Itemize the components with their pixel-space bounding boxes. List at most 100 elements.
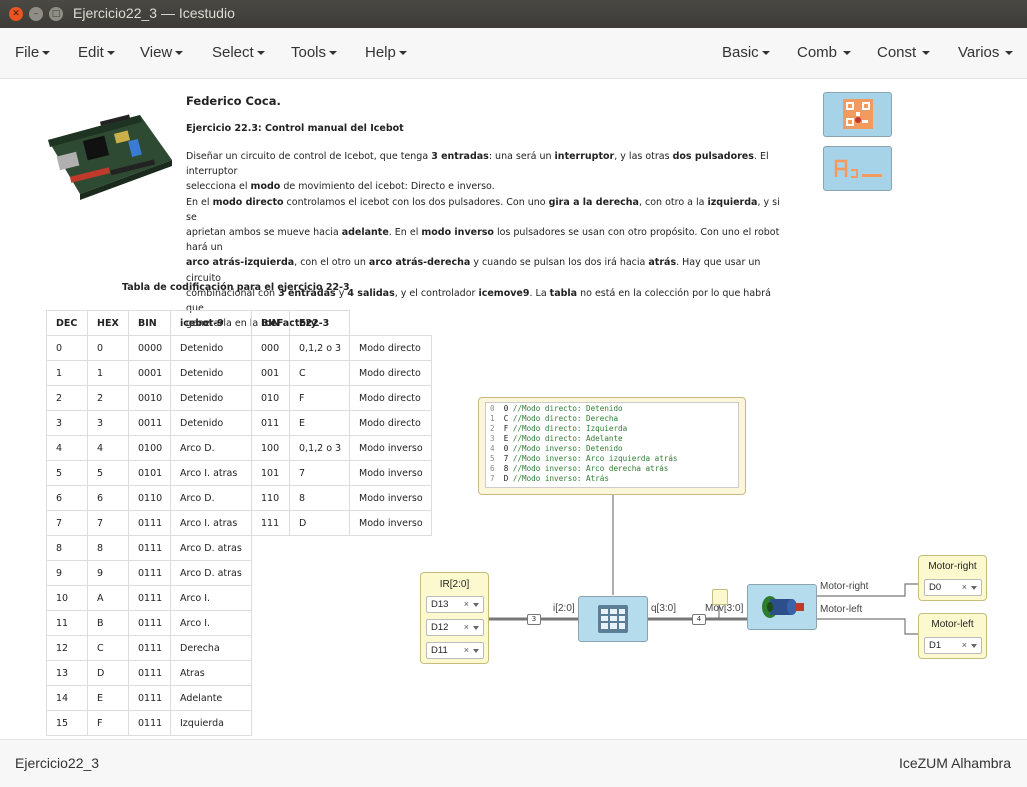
table-cell: 3 <box>87 410 129 436</box>
output-motor-right-block[interactable]: Motor-right D0 × <box>918 555 987 601</box>
pin-select-d13[interactable]: D13 × <box>426 596 484 613</box>
maximize-window-button[interactable]: □ <box>49 7 63 21</box>
pin-value: D12 <box>431 622 449 633</box>
menu-basic[interactable]: Basic <box>722 44 770 61</box>
table-cell <box>290 586 350 611</box>
chevron-down-icon[interactable] <box>473 626 479 630</box>
line-number: 0 <box>490 404 495 413</box>
clear-icon[interactable]: × <box>464 643 469 658</box>
code-value: 7 <box>503 454 509 463</box>
constant-block[interactable] <box>712 589 728 605</box>
menu-varios-label: Varios <box>958 44 1000 61</box>
menu-help[interactable]: Help <box>365 44 407 61</box>
table-cell: F <box>289 385 350 411</box>
table-header-cell: icebot-9 <box>170 310 252 336</box>
table-header-cell: DEC <box>46 310 88 336</box>
description-text: aprietan ambos se mueve hacia <box>186 227 342 239</box>
table-cell: 8 <box>87 535 129 561</box>
table-cell: D <box>289 510 350 536</box>
pin-select-d11[interactable]: D11 × <box>426 642 484 659</box>
menu-varios[interactable]: Varios <box>958 44 1014 61</box>
caret-down-icon <box>761 51 770 56</box>
table-cell: 10 <box>46 585 88 611</box>
table-cell: 0000 <box>128 335 171 361</box>
code-line: 5 7 //Modo inverso: Arco izquierda atrás <box>490 454 734 464</box>
motor-right-port-label: Motor-right <box>820 581 869 592</box>
chevron-down-icon[interactable] <box>473 649 479 653</box>
menu-const[interactable]: Const <box>877 44 931 61</box>
description-text: Diseñar un circuito de control de Icebot… <box>186 151 432 162</box>
table-cell: C <box>87 635 129 661</box>
table-cell: 8 <box>289 485 350 511</box>
line-number: 6 <box>490 464 495 473</box>
clear-icon[interactable]: × <box>464 620 469 635</box>
table-row: 1 1 0001 Detenido 001 C Modo directo <box>46 360 432 386</box>
motor-controller-block[interactable] <box>747 584 817 630</box>
table-cell: 101 <box>251 460 290 486</box>
project-name: Ejercicio22_3 <box>15 755 100 771</box>
pin-select-d12[interactable]: D12 × <box>426 619 484 636</box>
table-header-cell <box>350 311 432 336</box>
menu-file[interactable]: File <box>15 44 51 61</box>
motor-left-port-label: Motor-left <box>820 604 863 615</box>
menu-edit[interactable]: Edit <box>78 44 115 61</box>
table-cell: 6 <box>87 485 129 511</box>
memory-content-block[interactable]: 0 0 //Modo directo: Detenido 1 C //Modo d… <box>478 397 746 495</box>
board-name[interactable]: IceZUM Alhambra <box>899 755 1011 771</box>
chevron-down-icon[interactable] <box>971 586 977 590</box>
table-cell <box>350 711 432 736</box>
input-ir-block[interactable]: IR[2:0] D13 × D12 × D11 × <box>420 572 489 664</box>
info-block-button[interactable] <box>823 146 892 191</box>
clear-icon[interactable]: × <box>464 597 469 612</box>
table-cell: 100 <box>251 435 290 461</box>
caret-down-icon <box>42 51 51 56</box>
chevron-down-icon[interactable] <box>971 644 977 648</box>
clear-icon[interactable]: × <box>962 580 967 595</box>
author-name: Federico Coca. <box>186 94 281 108</box>
table-cell <box>252 636 290 661</box>
pin-value: D1 <box>929 640 942 651</box>
table-module-block[interactable] <box>578 596 648 642</box>
description-text: , y las otras <box>614 151 673 162</box>
description-line: selecciona el modo de movimiento del ice… <box>186 179 786 194</box>
pin-select-d1[interactable]: D1 × <box>924 637 982 654</box>
table-cell: 4 <box>46 435 88 461</box>
menu-view[interactable]: View <box>140 44 184 61</box>
table-cell: 0111 <box>128 535 171 561</box>
table-cell: B <box>87 610 129 636</box>
line-number: 4 <box>490 444 495 453</box>
memory-content-editor[interactable]: 0 0 //Modo directo: Detenido 1 C //Modo d… <box>485 402 739 488</box>
table-cell: Modo inverso <box>349 460 432 486</box>
pin-select-d0[interactable]: D0 × <box>924 579 982 596</box>
table-row: 4 4 0100 Arco D. 100 0,1,2 o 3 Modo inverso <box>46 435 432 461</box>
table-cell: 0111 <box>128 585 171 611</box>
code-comment: //Modo directo: Izquierda <box>512 424 628 433</box>
menu-select[interactable]: Select <box>212 44 265 61</box>
caret-down-icon <box>175 51 184 56</box>
chevron-down-icon[interactable] <box>473 603 479 607</box>
table-cell: 1 <box>87 360 129 386</box>
description-bold-text: dos pulsadores <box>672 151 754 162</box>
output-motor-left-block[interactable]: Motor-left D1 × <box>918 613 987 659</box>
table-cell: 0100 <box>128 435 171 461</box>
description-text: : una será un <box>488 151 555 162</box>
menu-tools[interactable]: Tools <box>291 44 338 61</box>
table-cell: 0011 <box>128 410 171 436</box>
qr-code-button[interactable] <box>823 92 892 137</box>
description-text: En el <box>186 196 213 208</box>
table-cell: 11 <box>46 610 88 636</box>
code-line: 2 F //Modo directo: Izquierda <box>490 424 734 434</box>
close-window-button[interactable]: ✕ <box>9 7 23 21</box>
menu-comb[interactable]: Comb <box>797 44 852 61</box>
minimize-window-button[interactable]: – <box>29 7 43 21</box>
description-line: En el modo directo controlamos el icebot… <box>186 195 786 225</box>
description-text: , con otro a la <box>638 196 708 208</box>
menu-comb-label: Comb <box>797 44 838 61</box>
motor-icon <box>762 596 804 618</box>
clear-icon[interactable]: × <box>962 638 967 653</box>
table-cell: Detenido <box>170 385 252 411</box>
code-comment: //Modo inverso: Arco izquierda atrás <box>512 454 678 463</box>
table-row: 2 2 0010 Detenido 010 F Modo directo <box>46 385 432 411</box>
pin-value: D13 <box>431 599 449 610</box>
table-cell: Modo inverso <box>349 485 432 511</box>
